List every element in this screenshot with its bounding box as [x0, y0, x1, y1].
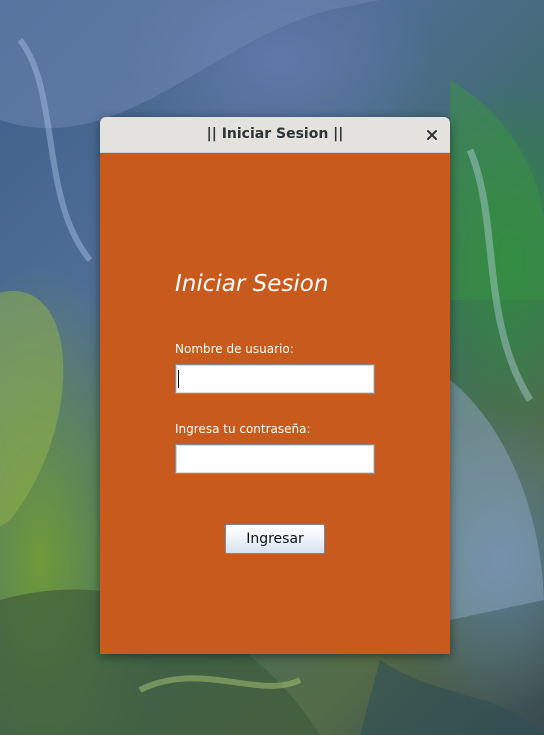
- window-titlebar[interactable]: || Iniciar Sesion ||: [100, 117, 450, 153]
- form-heading: Iniciar Sesion: [175, 271, 329, 297]
- text-caret: [178, 370, 179, 388]
- window-title: || Iniciar Sesion ||: [206, 126, 344, 142]
- password-input[interactable]: [175, 444, 375, 474]
- username-input[interactable]: [175, 364, 375, 394]
- login-submit-button[interactable]: Ingresar: [225, 524, 325, 554]
- username-label: Nombre de usuario:: [175, 342, 294, 356]
- close-button[interactable]: [422, 125, 442, 145]
- login-panel: Iniciar Sesion Nombre de usuario: Ingres…: [100, 153, 450, 654]
- password-label: Ingresa tu contraseña:: [175, 422, 311, 436]
- close-icon: [427, 130, 437, 140]
- login-window: || Iniciar Sesion || Iniciar Sesion Nomb…: [100, 117, 450, 654]
